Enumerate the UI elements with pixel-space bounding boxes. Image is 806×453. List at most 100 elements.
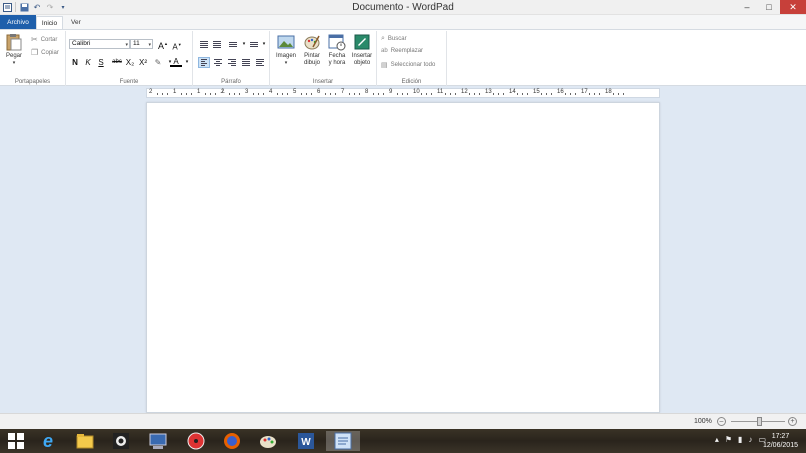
ruler-tick: [541, 93, 542, 95]
ribbon-tabs: Archivo Inicio Ver: [0, 15, 806, 29]
chevron-down-icon: ▾: [148, 42, 151, 48]
object-label-line2: objeto: [353, 60, 371, 66]
strikethrough-button[interactable]: abc: [110, 57, 124, 68]
ruler-tick: [359, 93, 360, 95]
ruler-tick: [215, 93, 216, 95]
network-icon[interactable]: ▮: [738, 435, 742, 444]
paste-button[interactable]: Pegar ▾: [5, 33, 23, 67]
insert-group-label: Insertar: [312, 79, 334, 85]
internet-explorer-icon[interactable]: e: [38, 431, 58, 451]
font-size-select[interactable]: 11 ▾: [130, 39, 153, 49]
show-hidden-icons-icon[interactable]: ▴: [715, 435, 719, 444]
align-right-button[interactable]: [226, 57, 238, 68]
date-time-button[interactable]: Fecha y hora: [325, 33, 349, 67]
ruler-tick: [565, 93, 566, 95]
replace-label: Reemplazar: [390, 48, 424, 54]
svg-text:W: W: [301, 437, 311, 448]
copy-button[interactable]: ❐ Copiar: [31, 48, 59, 57]
dvd-app-icon[interactable]: [186, 431, 206, 451]
justify-button[interactable]: [240, 57, 252, 68]
ruler-tick: [282, 93, 283, 95]
cut-button[interactable]: ✂ Cortar: [31, 35, 57, 44]
tab-archivo[interactable]: Archivo: [0, 15, 36, 29]
superscript-button[interactable]: X²: [137, 57, 149, 68]
italic-button[interactable]: K: [82, 57, 94, 68]
ruler-tick-label: 3: [245, 89, 249, 95]
ruler-tick-label: 2: [149, 89, 153, 95]
paint-drawing-button[interactable]: Pintar dibujo: [300, 33, 324, 67]
ruler-tick: [450, 93, 451, 95]
bold-button[interactable]: N: [69, 57, 81, 68]
volume-icon[interactable]: ♪: [748, 435, 752, 444]
paste-label: Pegar: [5, 53, 22, 59]
decrease-indent-button[interactable]: [198, 39, 210, 50]
ruler-tick: [157, 93, 158, 95]
insert-image-button[interactable]: Imagen ▾: [274, 33, 298, 67]
insert-object-button[interactable]: Insertar objeto: [350, 33, 374, 67]
ribbon: Pegar ▾ ✂ Cortar ❐ Copiar Portapapeles C…: [0, 29, 806, 86]
ruler-tick-label: 8: [365, 89, 369, 95]
replace-button[interactable]: ab Reemplazar: [381, 48, 423, 54]
ruler-tick: [301, 93, 302, 95]
windows-start-icon[interactable]: [6, 431, 26, 451]
minimize-button[interactable]: –: [736, 0, 758, 14]
wordpad-icon[interactable]: [326, 431, 360, 451]
font-group: Calibri ▾ 11 ▾ A▲ A▼ N K S abc X₂ X² ✎ ▾…: [66, 31, 193, 86]
select-all-icon: ▤: [381, 62, 388, 69]
shrink-font-button[interactable]: A▼: [171, 39, 183, 52]
image-label: Imagen: [275, 53, 296, 59]
taskbar-clock[interactable]: 17:27 12/06/2015: [763, 432, 798, 450]
align-center-button[interactable]: [212, 57, 224, 68]
ruler[interactable]: ⊥ 2 1 1 2 3 4 5 6 7 8 9 10 11 12 13 14 15 16 17 18: [146, 88, 660, 98]
chevron-down-icon[interactable]: ▾: [181, 57, 193, 68]
firefox-icon[interactable]: [222, 431, 242, 451]
subscript-button[interactable]: X₂: [124, 57, 136, 68]
paste-icon: [6, 34, 22, 51]
ruler-tick-label: 9: [389, 89, 393, 95]
ruler-tick: [474, 93, 475, 95]
font-family-value: Calibri: [72, 40, 91, 47]
ruler-tick: [613, 93, 614, 95]
ruler-tick: [522, 93, 523, 95]
action-center-icon[interactable]: ⚑: [725, 435, 732, 444]
image-icon: [277, 35, 295, 49]
font-family-select[interactable]: Calibri ▾: [69, 39, 130, 49]
paragraph-settings-button[interactable]: [254, 57, 266, 68]
editing-group: ⌕ Buscar ab Reemplazar ▤ Seleccionar tod…: [377, 31, 447, 86]
ruler-tick-label: 1: [173, 89, 177, 95]
chevron-down-icon: ▾: [12, 60, 16, 66]
camera-app-icon[interactable]: [111, 431, 131, 451]
zoom-in-button[interactable]: +: [788, 417, 797, 426]
ruler-tick: [421, 93, 422, 95]
chevron-down-icon: ▾: [284, 60, 288, 66]
ruler-tick: [205, 93, 206, 95]
close-button[interactable]: ✕: [780, 0, 806, 14]
chevron-down-icon: ▾: [125, 42, 128, 48]
object-icon: [354, 34, 370, 50]
ruler-tick: [191, 93, 192, 95]
ruler-tick: [354, 93, 355, 95]
align-left-button[interactable]: [198, 57, 210, 68]
tab-inicio[interactable]: Inicio: [36, 16, 63, 29]
word-icon[interactable]: W: [296, 431, 316, 451]
paint-app-icon[interactable]: [258, 431, 278, 451]
underline-button[interactable]: S: [95, 57, 107, 68]
select-all-button[interactable]: ▤ Seleccionar todo: [381, 61, 435, 69]
increase-indent-button[interactable]: [211, 39, 223, 50]
paragraph-group-label: Párrafo: [221, 79, 241, 85]
ruler-tick: [589, 93, 590, 95]
highlight-color-button[interactable]: ✎: [152, 57, 164, 68]
find-button[interactable]: ⌕ Buscar: [381, 35, 407, 43]
maximize-button[interactable]: □: [758, 0, 780, 14]
zoom-slider-thumb[interactable]: [757, 417, 762, 426]
ruler-tick-label: 4: [269, 89, 273, 95]
file-explorer-icon[interactable]: [75, 431, 95, 451]
paint-label-line2: dibujo: [303, 60, 320, 66]
grow-font-button[interactable]: A▲: [157, 38, 169, 51]
document-page[interactable]: [146, 102, 660, 413]
zoom-out-button[interactable]: –: [717, 417, 726, 426]
ruler-tick-label: 11: [437, 89, 444, 95]
network-app-icon[interactable]: [148, 431, 168, 451]
tab-ver[interactable]: Ver: [66, 16, 86, 29]
chevron-down-icon[interactable]: ▾: [258, 39, 270, 50]
